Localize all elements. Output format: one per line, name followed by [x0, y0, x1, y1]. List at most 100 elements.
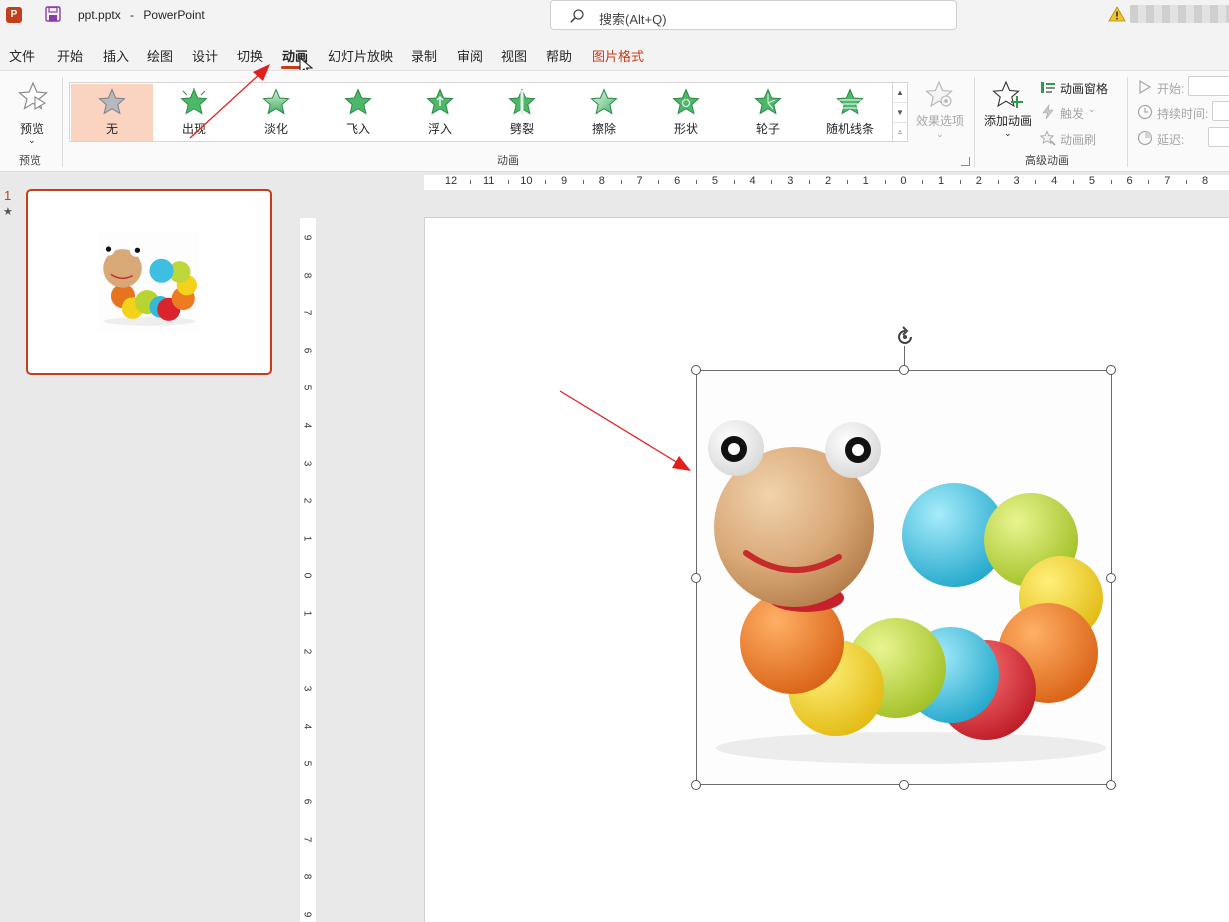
gallery-scroll-down-icon[interactable]: ▼	[893, 103, 907, 123]
ruler-tick-label: 8	[301, 272, 313, 278]
ruler-tick-label: 3	[301, 685, 313, 692]
ruler-tick-label: 2	[301, 648, 313, 654]
tab-record[interactable]: 录制	[411, 46, 437, 65]
group-label-animation: 动画	[497, 155, 519, 167]
resize-handle-top-right[interactable]	[1106, 365, 1116, 375]
tab-transitions[interactable]: 切换	[237, 46, 263, 65]
ruler-tick-mark	[696, 180, 698, 184]
tab-slideshow[interactable]: 幻灯片放映	[328, 46, 393, 65]
animation-none[interactable]: 无	[71, 84, 153, 141]
star-wheel-green-icon	[754, 88, 782, 115]
animation-label: 淡化	[263, 122, 288, 136]
ruler-tick-label: 1	[301, 610, 313, 617]
ruler-tick-label: 4	[749, 175, 756, 187]
resize-handle-bottom[interactable]	[899, 780, 909, 790]
warning-icon[interactable]	[1108, 6, 1126, 22]
ruler-tick-label: 2	[824, 175, 832, 187]
ruler-tick-mark	[846, 180, 848, 184]
delay-input[interactable]	[1208, 127, 1229, 147]
animations-ribbon: 预览 ⌄ 预览 无 出现 淡化 飞入 浮入 劈裂 擦除 形状 轮子 随机线条 ▲…	[0, 70, 1229, 172]
preview-button[interactable]: 预览 ⌄	[8, 77, 56, 145]
animation-shape[interactable]: 形状	[645, 84, 727, 141]
animation-fly-in[interactable]: 飞入	[317, 84, 399, 141]
ruler-tick-mark	[922, 180, 924, 184]
tab-help[interactable]: 帮助	[546, 46, 572, 65]
save-icon[interactable]	[45, 6, 61, 22]
tab-insert[interactable]: 插入	[103, 46, 129, 65]
ruler-tick-label: 3	[1013, 175, 1020, 187]
rotate-handle-icon[interactable]	[893, 325, 917, 349]
ruler-tick-label: 0	[301, 573, 313, 579]
tab-file[interactable]: 文件	[9, 46, 35, 65]
tab-view[interactable]: 视图	[501, 46, 527, 65]
animation-random-bars[interactable]: 随机线条	[809, 84, 891, 141]
animation-label: 擦除	[591, 122, 616, 136]
animation-wheel[interactable]: 轮子	[727, 84, 809, 141]
slide-thumbnail[interactable]	[26, 189, 272, 375]
ruler-tick-label: 6	[301, 798, 313, 805]
ruler-tick-label: 9	[301, 911, 313, 918]
group-divider	[62, 77, 63, 167]
account-name-blurred[interactable]	[1130, 5, 1229, 23]
ruler-tick-label: 6	[1126, 175, 1133, 187]
ruler-tick-label: 4	[1051, 175, 1058, 187]
animation-wipe[interactable]: 擦除	[563, 84, 645, 141]
horizontal-ruler: 12 11 10 9 8 7 6 5 4 3 2 1 0 1 2 3 4 5 6 7 8	[296, 172, 1229, 190]
duration-input[interactable]	[1212, 101, 1229, 121]
tab-home[interactable]: 开始	[57, 46, 83, 65]
start-label: 开始:	[1157, 82, 1185, 96]
star-fly-green-icon	[344, 88, 372, 116]
resize-handle-right[interactable]	[1106, 573, 1116, 583]
search-input[interactable]: 搜索(Alt+Q)	[550, 0, 957, 30]
dialog-launcher-icon[interactable]	[961, 157, 970, 166]
ruler-tick-label: 8	[598, 175, 605, 187]
search-placeholder: 搜索(Alt+Q)	[599, 12, 667, 27]
clock-icon	[1137, 104, 1153, 120]
duration-label: 持续时间:	[1157, 107, 1209, 121]
tab-draw[interactable]: 绘图	[147, 46, 173, 65]
gallery-more-icon[interactable]: ⩡	[893, 123, 907, 143]
add-animation-button[interactable]: 添加动画 ⌄	[982, 77, 1034, 143]
start-select[interactable]	[1188, 76, 1229, 96]
delay-label: 延迟:	[1157, 133, 1185, 147]
resize-handle-bottom-left[interactable]	[691, 780, 701, 790]
animation-float-in[interactable]: 浮入	[399, 84, 481, 141]
ruler-tick-label: 3	[787, 175, 794, 187]
ruler-tick-label: 5	[301, 761, 313, 767]
ruler-tick-mark	[884, 180, 886, 184]
tab-picture-format[interactable]: 图片格式	[592, 46, 644, 65]
slide-number: 1	[4, 188, 12, 203]
animation-pane-label: 动画窗格	[1060, 82, 1109, 96]
group-divider	[1127, 77, 1128, 167]
resize-handle-top-left[interactable]	[691, 365, 701, 375]
ruler-tick-mark	[507, 180, 509, 184]
animation-label: 浮入	[427, 122, 452, 136]
animation-label: 出现	[181, 122, 206, 136]
star-fade-green-icon	[262, 88, 290, 115]
resize-handle-left[interactable]	[691, 573, 701, 583]
caterpillar-thumbnail-image	[98, 231, 200, 331]
animation-painter-icon	[1040, 130, 1056, 146]
resize-handle-top[interactable]	[899, 365, 909, 375]
tab-review[interactable]: 审阅	[457, 46, 483, 65]
ruler-tick-label: 6	[301, 347, 313, 354]
lightning-icon	[1042, 104, 1054, 120]
app-name: PowerPoint	[143, 8, 205, 22]
ruler-tick-mark	[582, 180, 584, 184]
tab-design[interactable]: 设计	[192, 46, 218, 65]
effect-options-button[interactable]: 效果选项 ⌄	[912, 77, 968, 143]
animation-appear[interactable]: 出现	[153, 84, 235, 141]
gallery-scroll-up-icon[interactable]: ▲	[893, 83, 907, 103]
resize-handle-bottom-right[interactable]	[1106, 780, 1116, 790]
selection-frame	[696, 370, 1112, 785]
ruler-tick-label: 3	[301, 460, 313, 466]
animation-label: 随机线条	[825, 122, 874, 136]
ruler-tick-mark	[545, 180, 547, 184]
ruler-tick-label: 2	[975, 175, 982, 187]
animation-fade[interactable]: 淡化	[235, 84, 317, 141]
ruler-tick-label: 10	[520, 175, 533, 187]
star-gray-icon	[98, 88, 126, 115]
group-label-advanced-animation: 高级动画	[1025, 155, 1069, 167]
animation-split[interactable]: 劈裂	[481, 84, 563, 141]
ruler-tick-mark	[620, 180, 622, 184]
